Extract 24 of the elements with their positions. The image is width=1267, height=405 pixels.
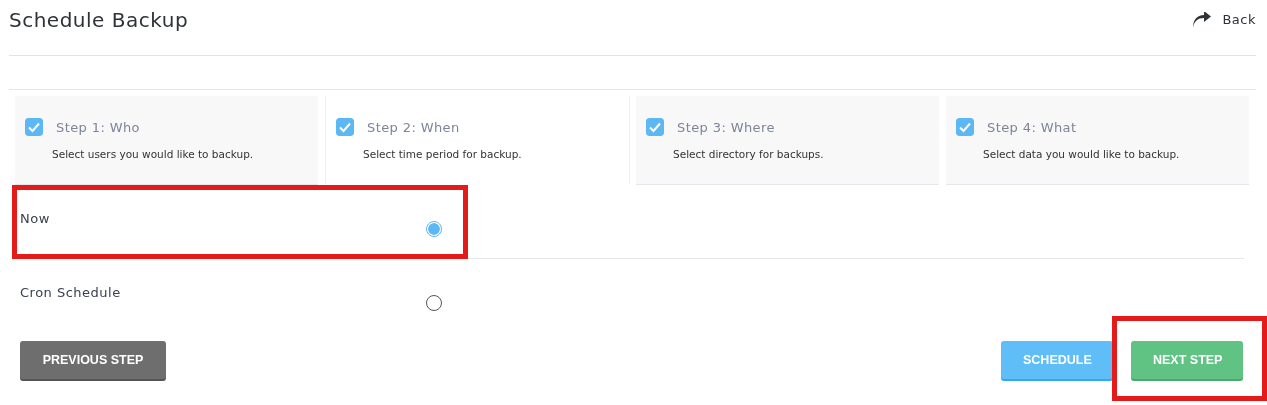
step-label: Step 3: Where <box>677 119 775 135</box>
step-tab[interactable]: Step 2: When Select time period for backup. <box>325 96 630 185</box>
step-label: Step 2: When <box>367 119 460 135</box>
step-description: Select directory for backups. <box>673 148 825 160</box>
radio-button[interactable] <box>426 221 442 237</box>
checkbox[interactable] <box>956 118 974 136</box>
checkbox[interactable] <box>25 118 43 136</box>
step-label: Step 4: What <box>987 119 1077 135</box>
step-tab[interactable]: Step 1: Who Select users you would like to backup. <box>15 96 318 185</box>
step-tab[interactable]: Step 4: What Select data you would like to backup. <box>946 96 1249 185</box>
option-label: Cron Schedule <box>19 284 122 302</box>
step-description: Select users you would like to backup. <box>52 148 255 160</box>
radio-button[interactable] <box>426 295 442 311</box>
checkbox[interactable] <box>336 118 354 136</box>
previous-button[interactable]: PREVIOUS STEP <box>20 341 166 379</box>
share-arrow-icon <box>1192 11 1213 28</box>
step-tab[interactable]: Step 3: Where Select directory for backups. <box>636 96 939 185</box>
checkbox[interactable] <box>646 118 664 136</box>
option-label: Now <box>19 210 51 228</box>
step-description: Select time period for backup. <box>363 148 523 160</box>
step-label: Step 1: Who <box>56 119 140 135</box>
page-title: Schedule Backup <box>9 7 189 32</box>
back-link[interactable]: Back <box>1192 11 1256 28</box>
step-description: Select data you would like to backup. <box>983 148 1181 160</box>
